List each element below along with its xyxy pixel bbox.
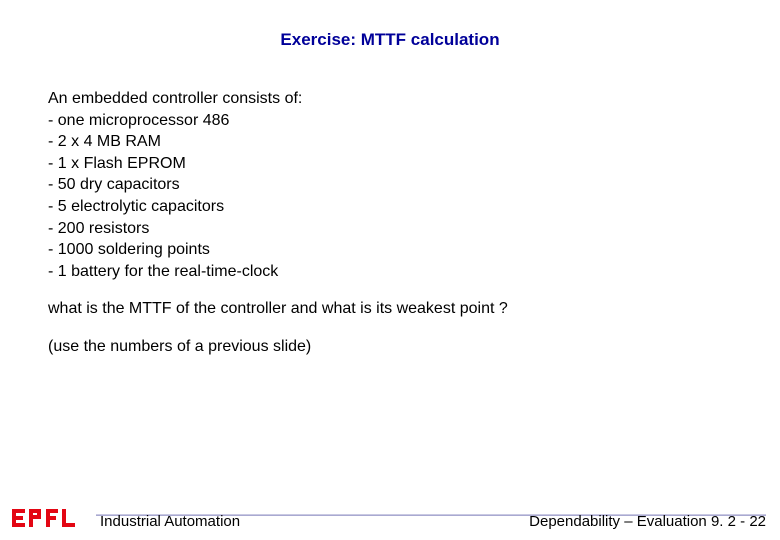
list-item: - 1 battery for the real-time-clock xyxy=(48,261,732,283)
list-item: - 5 electrolytic capacitors xyxy=(48,196,732,218)
question-text: what is the MTTF of the controller and w… xyxy=(48,298,732,320)
list-item: - 1000 soldering points xyxy=(48,239,732,261)
footer-left-text: Industrial Automation xyxy=(100,513,240,530)
list-item: - 50 dry capacitors xyxy=(48,174,732,196)
list-item: - 1 x Flash EPROM xyxy=(48,153,732,175)
footer-right-section: 9. 2 - xyxy=(711,513,749,530)
component-list: - one microprocessor 486 - 2 x 4 MB RAM … xyxy=(48,110,732,283)
slide: Exercise: MTTF calculation An embedded c… xyxy=(0,0,780,540)
slide-body: An embedded controller consists of: - on… xyxy=(48,88,732,358)
slide-title: Exercise: MTTF calculation xyxy=(48,30,732,50)
footer-right-text: Dependability – Evaluation 9. 2 - 22 xyxy=(529,513,766,530)
list-item: - one microprocessor 486 xyxy=(48,110,732,132)
footer-page-number: 22 xyxy=(749,513,766,530)
hint-text: (use the numbers of a previous slide) xyxy=(48,336,732,358)
footer-right-prefix: Dependability – Evaluation xyxy=(529,513,711,530)
intro-line: An embedded controller consists of: xyxy=(48,88,732,110)
list-item: - 200 resistors xyxy=(48,218,732,240)
epfl-logo-icon xyxy=(10,506,88,532)
slide-footer: Industrial Automation Dependability – Ev… xyxy=(0,490,780,532)
list-item: - 2 x 4 MB RAM xyxy=(48,131,732,153)
